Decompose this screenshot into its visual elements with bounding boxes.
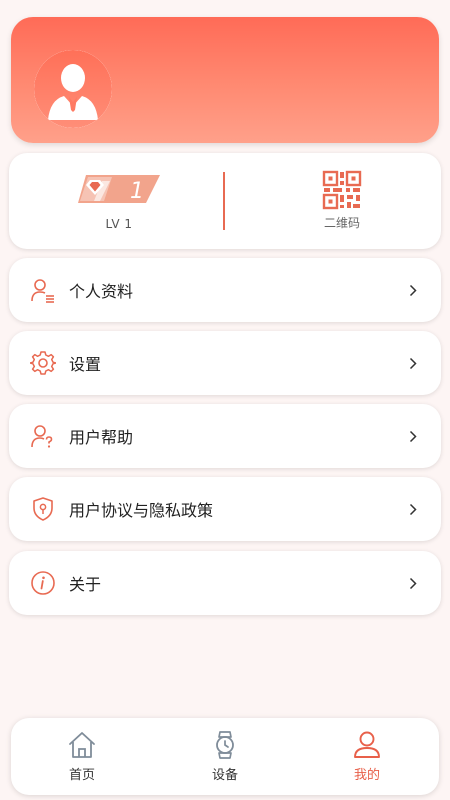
qr-code-icon <box>322 170 362 210</box>
chevron-right-icon <box>405 282 421 298</box>
tab-label: 我的 <box>353 768 380 783</box>
menu-item-label: 关于 <box>69 575 102 594</box>
user-help-icon <box>29 422 57 450</box>
tab-home[interactable]: 首页 <box>42 730 122 790</box>
menu-item-settings[interactable]: 设置 <box>9 331 441 395</box>
chevron-right-icon <box>405 355 421 371</box>
menu-item-label: 用户协议与隐私政策 <box>69 501 214 520</box>
chevron-right-icon <box>405 575 421 591</box>
qr-label: 二维码 <box>323 216 360 230</box>
tab-device[interactable]: 设备 <box>185 730 265 790</box>
qr-code-button[interactable]: 二维码 <box>289 170 395 240</box>
info-icon <box>29 569 57 597</box>
bottom-tab-bar: 首页 设备 我的 <box>11 718 439 795</box>
level-badge-number: 1 <box>130 179 144 204</box>
menu-item-help[interactable]: 用户帮助 <box>9 404 441 468</box>
level-badge[interactable]: 1 LV 1 <box>69 171 169 241</box>
menu-item-label: 设置 <box>69 355 102 374</box>
watch-icon <box>216 731 234 759</box>
person-icon <box>354 731 380 758</box>
home-icon <box>69 732 95 758</box>
menu-item-label: 用户帮助 <box>69 428 134 447</box>
shield-lock-icon <box>29 495 57 523</box>
level-label: LV 1 <box>105 217 133 231</box>
menu-item-label: 个人资料 <box>69 282 134 301</box>
divider <box>223 172 225 230</box>
level-qr-card: 1 LV 1 二维码 <box>9 153 441 249</box>
menu-item-about[interactable]: 关于 <box>9 551 441 615</box>
profile-header <box>11 17 439 143</box>
chevron-right-icon <box>405 428 421 444</box>
diamond-badge-icon: 1 <box>78 175 160 204</box>
gear-icon <box>29 349 57 377</box>
tab-label: 首页 <box>68 768 95 783</box>
avatar[interactable] <box>34 50 112 128</box>
tab-mine[interactable]: 我的 <box>327 730 407 790</box>
user-avatar-icon <box>34 50 112 128</box>
chevron-right-icon <box>405 501 421 517</box>
tab-label: 设备 <box>211 768 238 783</box>
menu-item-privacy[interactable]: 用户协议与隐私政策 <box>9 477 441 541</box>
menu-item-profile[interactable]: 个人资料 <box>9 258 441 322</box>
profile-list-icon <box>29 276 57 304</box>
